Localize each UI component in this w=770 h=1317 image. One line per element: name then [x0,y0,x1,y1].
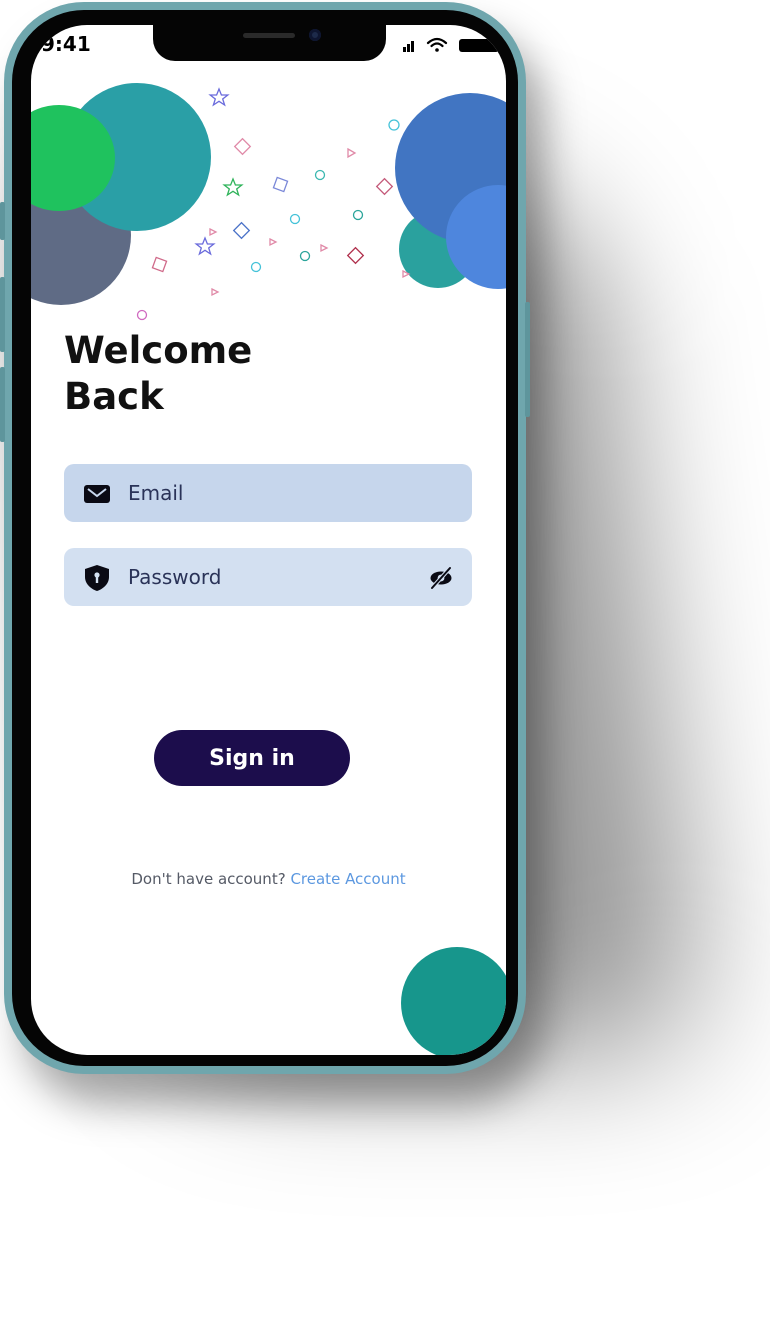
title-line-2: Back [64,375,164,418]
wifi-icon [426,37,448,52]
star-icon [222,177,244,197]
front-camera [309,29,321,41]
shield-icon [85,565,109,591]
mail-icon [84,485,110,503]
status-time: 9:41 [41,32,91,56]
signup-prompt: Don't have account? Create Account [31,870,506,888]
stage: 9:41 Welcome Back Email Sign in Don't ha… [0,0,770,1317]
phone-frame: 9:41 Welcome Back Email Sign in Don't ha… [0,2,530,1074]
star-icon [208,87,230,107]
email-input[interactable] [128,464,418,522]
signup-prompt-text: Don't have account? [131,870,286,888]
password-field[interactable] [64,548,472,606]
volume-up-button [0,277,5,352]
volume-down-button [0,367,5,442]
notch [153,25,386,61]
screen: 9:41 Welcome Back Email Sign in Don't ha… [31,25,506,1055]
title-line-1: Welcome [64,329,253,372]
mute-switch [0,202,5,240]
confetti-decoration [136,87,411,321]
eye-off-icon[interactable] [428,565,454,591]
speaker-grille [243,33,295,38]
star-icon [194,236,216,256]
status-icons [403,37,499,52]
create-account-link[interactable]: Create Account [290,870,405,888]
signal-icon [403,41,414,52]
battery-icon [459,39,499,52]
email-field[interactable] [64,464,472,522]
power-button [525,302,530,417]
password-input[interactable] [128,548,418,606]
sign-in-button[interactable]: Sign in [154,730,350,786]
page-title: Welcome Back [64,328,252,420]
blob-bottom-teal [401,947,506,1055]
